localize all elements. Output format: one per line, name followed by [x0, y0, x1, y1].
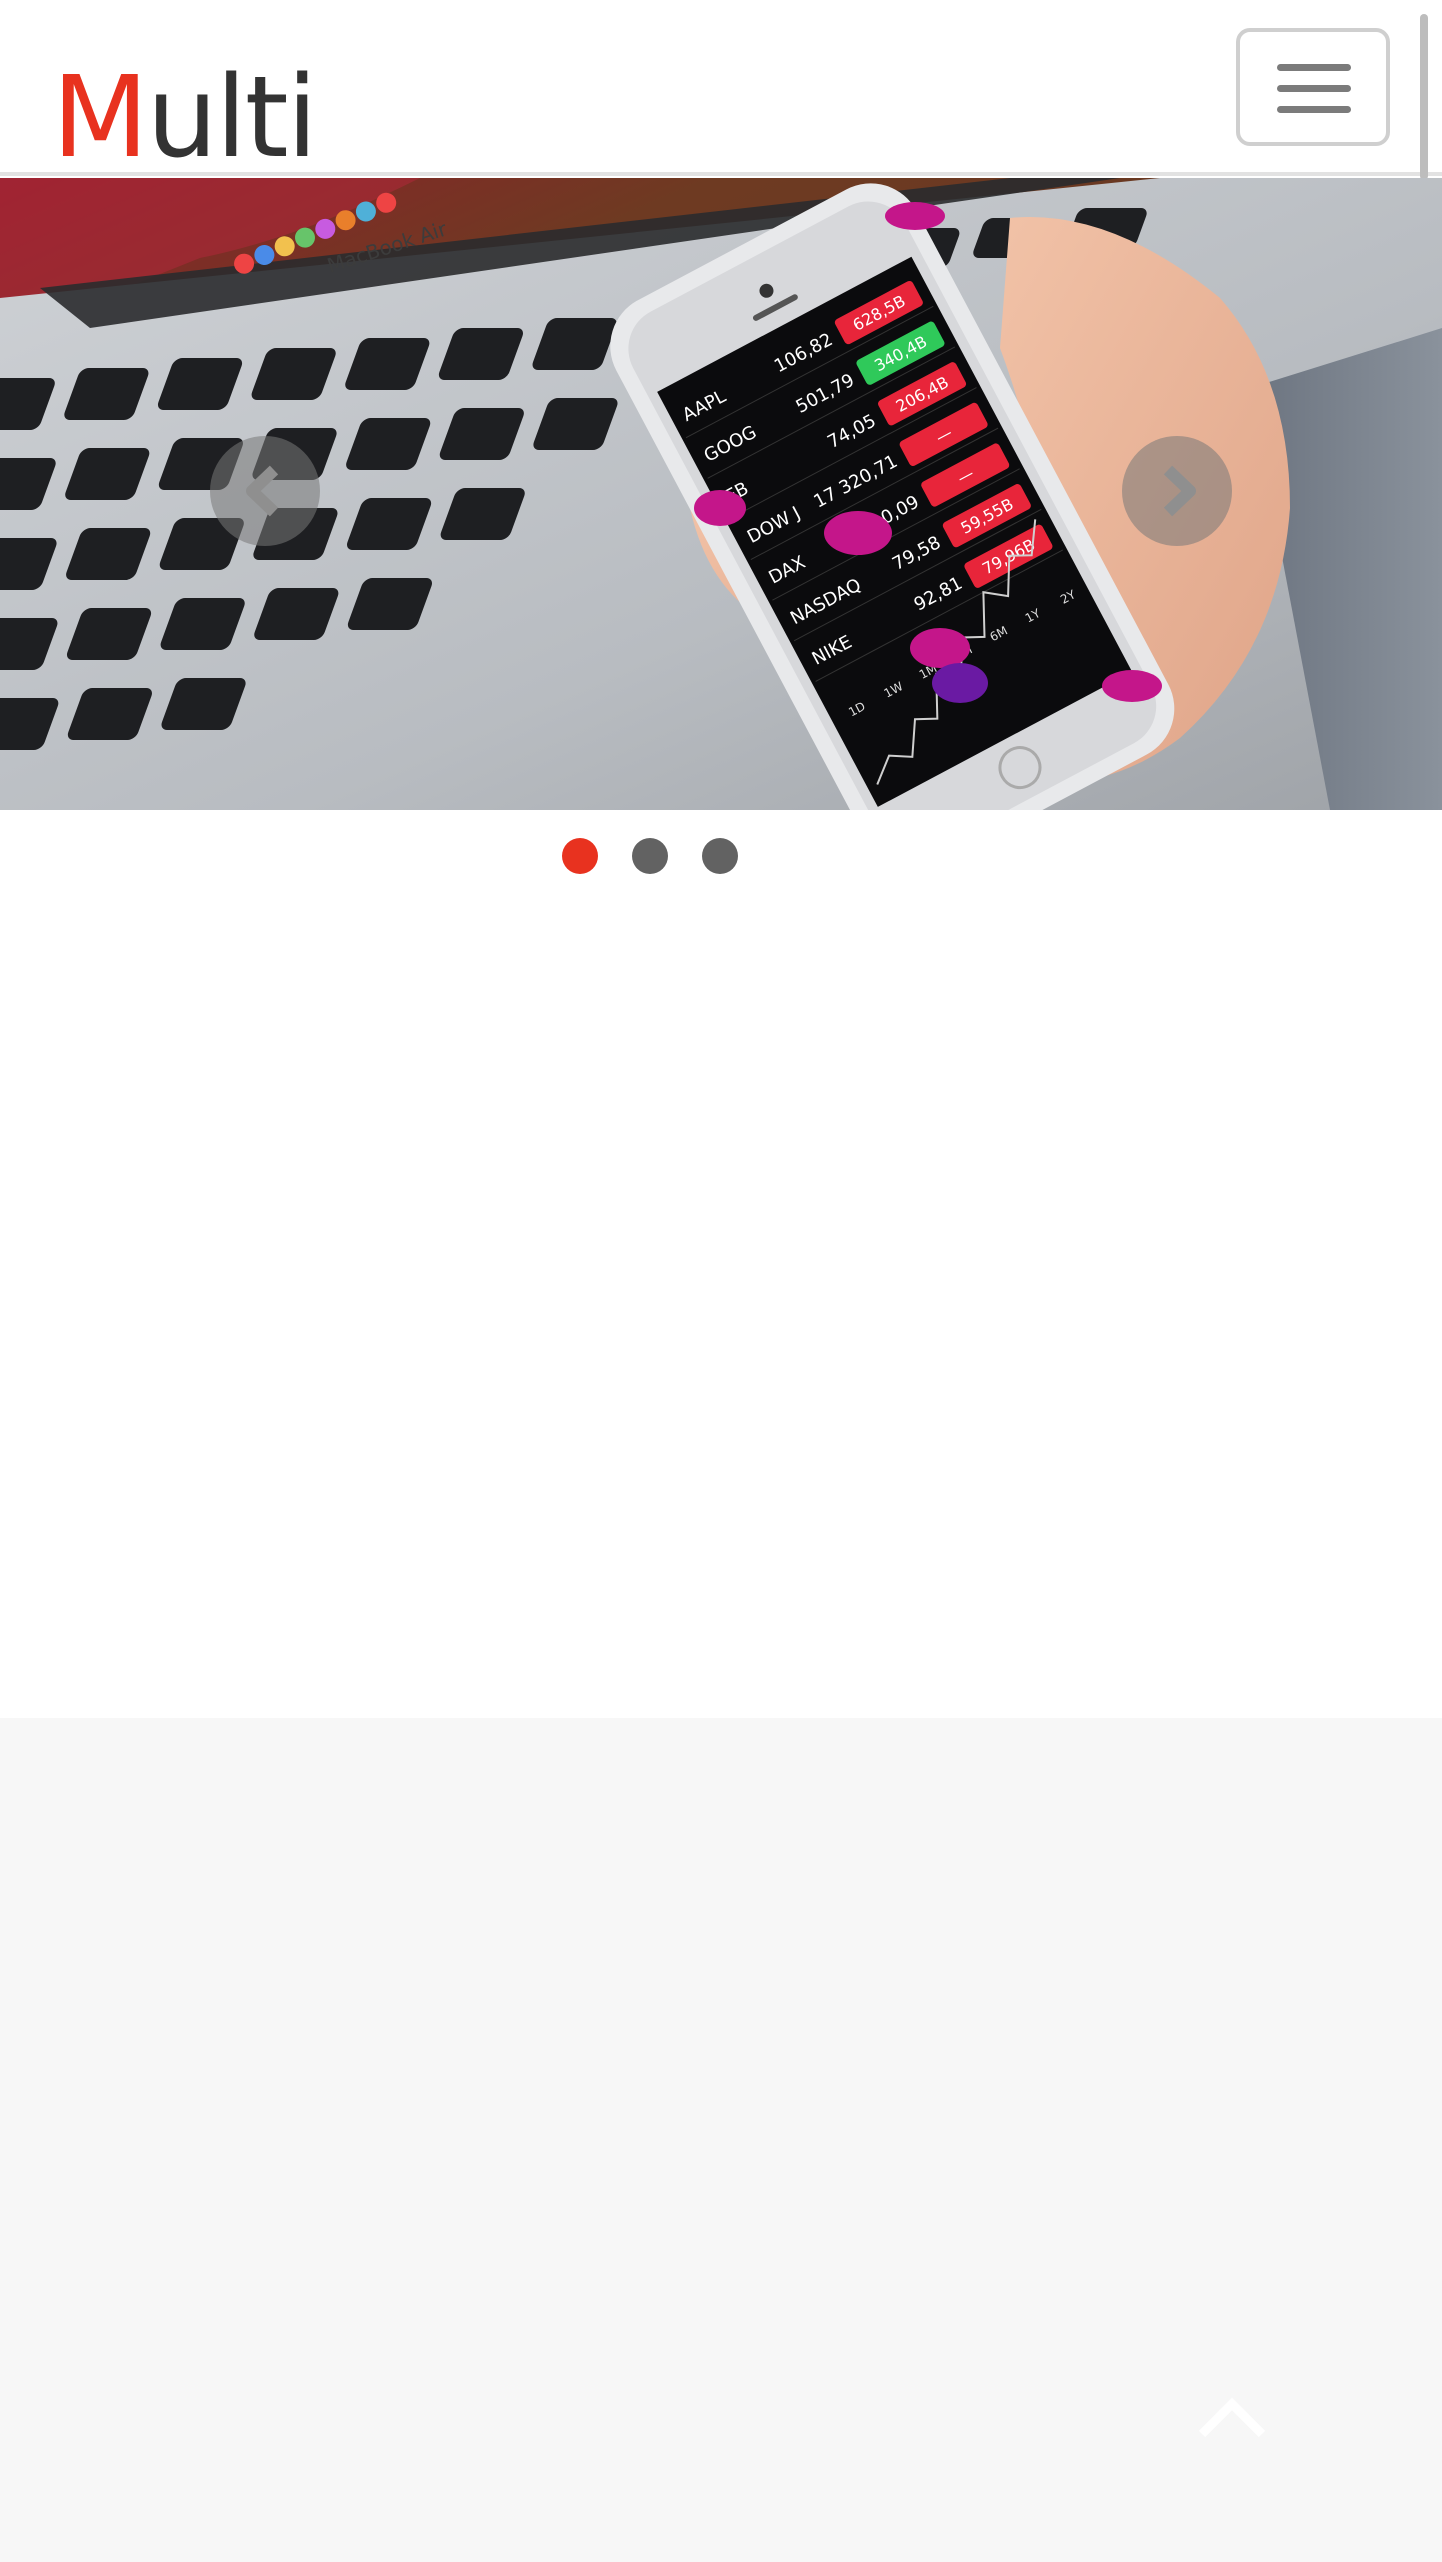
hamburger-icon-bar — [1277, 106, 1351, 113]
scroll-to-top-button[interactable] — [1196, 2396, 1268, 2440]
chevron-right-icon — [1163, 465, 1196, 517]
carousel-indicator[interactable] — [702, 838, 738, 874]
hamburger-icon — [1277, 64, 1351, 71]
hamburger-icon-bar — [1277, 85, 1351, 92]
carousel-next-button[interactable] — [1122, 436, 1232, 546]
hero-carousel: MacBook Air AAPL 106,82 628,5B GOOG 501,79 34… — [0, 178, 1442, 810]
carousel-indicators — [0, 838, 1442, 874]
brand-logo-text: ulti — [146, 53, 318, 183]
menu-toggle-button[interactable] — [1236, 28, 1390, 146]
carousel-prev-button[interactable] — [210, 436, 320, 546]
chevron-up-icon — [1198, 2397, 1266, 2438]
page-scrollbar[interactable] — [1420, 14, 1428, 180]
carousel-indicator[interactable] — [632, 838, 668, 874]
carousel-indicator[interactable] — [562, 838, 598, 874]
brand-logo-initial: M — [52, 53, 149, 183]
chevron-left-icon — [246, 465, 279, 517]
navbar: Multi — [0, 0, 1442, 176]
brand-logo[interactable]: Multi — [52, 62, 318, 174]
